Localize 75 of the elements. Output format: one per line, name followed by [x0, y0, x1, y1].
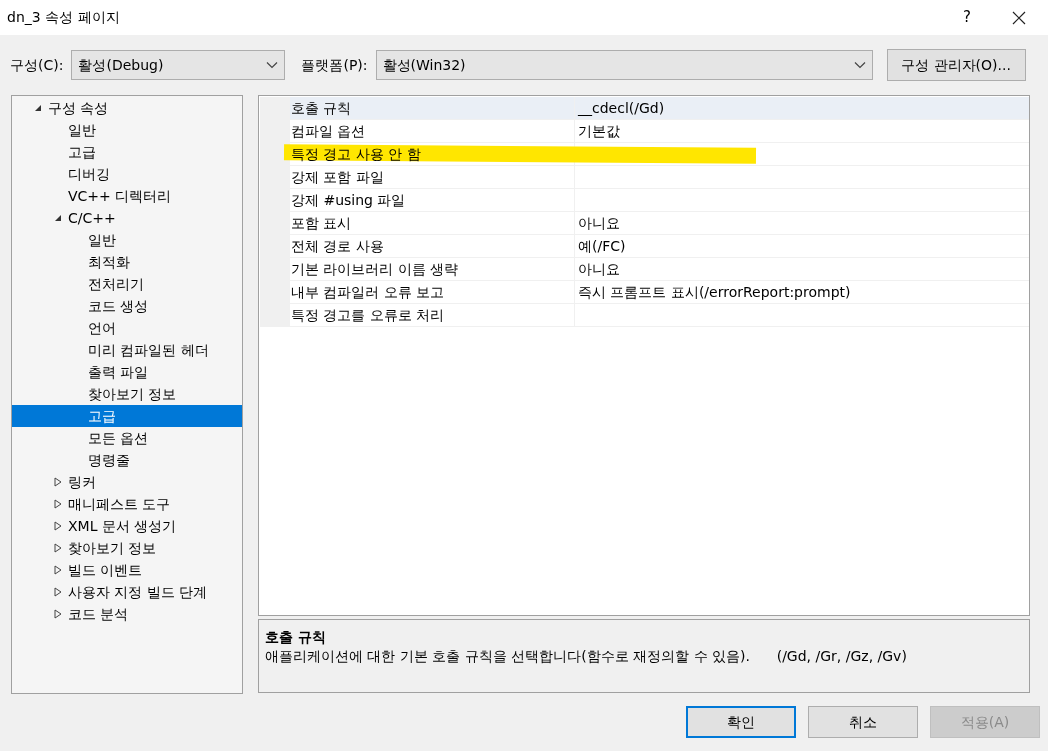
- property-row[interactable]: 컴파일 옵션 기본값: [260, 120, 1029, 143]
- tree-item[interactable]: 고급: [12, 405, 242, 427]
- dropdown[interactable]: 활성(Debug): [71, 50, 286, 80]
- tree-item[interactable]: 디버깅: [12, 163, 242, 185]
- property-value: 즉시 프롬프트 표시(/errorReport:prompt): [578, 282, 851, 302]
- chevron-down-icon: [853, 61, 866, 69]
- property-name: 강제 포함 파일: [291, 167, 384, 187]
- collapsed-arrow-icon[interactable]: [54, 477, 62, 487]
- property-value: 예(/FC): [578, 236, 626, 256]
- help-button[interactable]: ?: [944, 0, 990, 35]
- property-name: 강제 #using 파일: [291, 190, 406, 210]
- expanded-arrow-icon[interactable]: [34, 104, 42, 112]
- property-row[interactable]: 특정 경고를 오류로 처리: [260, 304, 1029, 327]
- property-row[interactable]: 전체 경로 사용 예(/FC): [260, 235, 1029, 258]
- tree-item[interactable]: XML 문서 생성기: [12, 515, 242, 537]
- property-row[interactable]: 특정 경고 사용 안 함: [260, 143, 1029, 166]
- dialog-button[interactable]: 취소: [808, 706, 918, 738]
- property-name: 포함 표시: [291, 213, 352, 233]
- property-row[interactable]: 강제 포함 파일: [260, 166, 1029, 189]
- tree-item[interactable]: 언어: [12, 317, 242, 339]
- property-value: 아니요: [578, 259, 620, 279]
- dropdown-value: 활성(Debug): [78, 55, 164, 75]
- close-icon: [1012, 10, 1026, 25]
- tree-item[interactable]: C/C++: [12, 207, 242, 229]
- tree-item[interactable]: 전처리기: [12, 273, 242, 295]
- property-name: 컴파일 옵션: [291, 121, 366, 141]
- platform-label: 플랫폼(P):: [301, 55, 368, 75]
- property-name: 호출 규칙: [291, 98, 352, 118]
- tree-item[interactable]: 코드 분석: [12, 603, 242, 625]
- tree-item[interactable]: 일반: [12, 229, 242, 251]
- property-row[interactable]: 내부 컴파일러 오류 보고 즉시 프롬프트 표시(/errorReport:prompt): [260, 281, 1029, 304]
- configuration-label: 구성(C):: [10, 55, 64, 75]
- collapsed-arrow-icon[interactable]: [54, 521, 62, 531]
- property-value: 기본값: [578, 121, 620, 141]
- tree-item[interactable]: 명령줄: [12, 449, 242, 471]
- tree-item[interactable]: 찾아보기 정보: [12, 537, 242, 559]
- tree-item[interactable]: 링커: [12, 471, 242, 493]
- property-row[interactable]: 호출 규칙 __cdecl(/Gd): [260, 97, 1029, 120]
- property-name: 전체 경로 사용: [291, 236, 384, 256]
- tree-item[interactable]: 일반: [12, 119, 242, 141]
- tree-item[interactable]: 고급: [12, 141, 242, 163]
- collapsed-arrow-icon[interactable]: [54, 543, 62, 553]
- description-title: 호출 규칙: [265, 628, 326, 646]
- chevron-down-icon: [266, 61, 279, 69]
- property-name: 특정 경고 사용 안 함: [291, 144, 421, 164]
- collapsed-arrow-icon[interactable]: [54, 587, 62, 597]
- tree-item[interactable]: 코드 생성: [12, 295, 242, 317]
- property-name: 내부 컴파일러 오류 보고: [291, 282, 445, 302]
- dropdown[interactable]: 활성(Win32): [375, 50, 873, 80]
- configuration-manager-button[interactable]: 구성 관리자(O)...: [886, 49, 1026, 81]
- tree-item[interactable]: 최적화: [12, 251, 242, 273]
- tree-item[interactable]: 출력 파일: [12, 361, 242, 383]
- window-title: dn_3 속성 페이지: [7, 8, 120, 27]
- expanded-arrow-icon[interactable]: [54, 214, 62, 222]
- tree-item[interactable]: 모든 옵션: [12, 427, 242, 449]
- tree-item[interactable]: 사용자 지정 빌드 단계: [12, 581, 242, 603]
- property-name: 특정 경고를 오류로 처리: [291, 305, 445, 325]
- property-row[interactable]: 강제 #using 파일: [260, 189, 1029, 212]
- description-text: 애플리케이션에 대한 기본 호출 규칙을 선택합니다(함수로 재정의할 수 있음). (/Gd, /Gr, /Gz, /Gv): [265, 647, 907, 666]
- dialog-button[interactable]: 확인: [686, 706, 796, 738]
- property-row[interactable]: 기본 라이브러리 이름 생략 아니요: [260, 258, 1029, 281]
- tree-item[interactable]: 매니페스트 도구: [12, 493, 242, 515]
- tree-item[interactable]: 구성 속성: [12, 97, 242, 119]
- collapsed-arrow-icon[interactable]: [54, 565, 62, 575]
- tree-item[interactable]: 빌드 이벤트: [12, 559, 242, 581]
- tree-item[interactable]: 찾아보기 정보: [12, 383, 242, 405]
- property-value: 아니요: [578, 213, 620, 233]
- dropdown-value: 활성(Win32): [382, 55, 466, 75]
- collapsed-arrow-icon[interactable]: [54, 499, 62, 509]
- tree-item[interactable]: 미리 컴파일된 헤더: [12, 339, 242, 361]
- property-name: 기본 라이브러리 이름 생략: [291, 259, 459, 279]
- property-value: __cdecl(/Gd): [578, 98, 665, 118]
- collapsed-arrow-icon[interactable]: [54, 609, 62, 619]
- property-row[interactable]: 포함 표시 아니요: [260, 212, 1029, 235]
- tree-item[interactable]: VC++ 디렉터리: [12, 185, 242, 207]
